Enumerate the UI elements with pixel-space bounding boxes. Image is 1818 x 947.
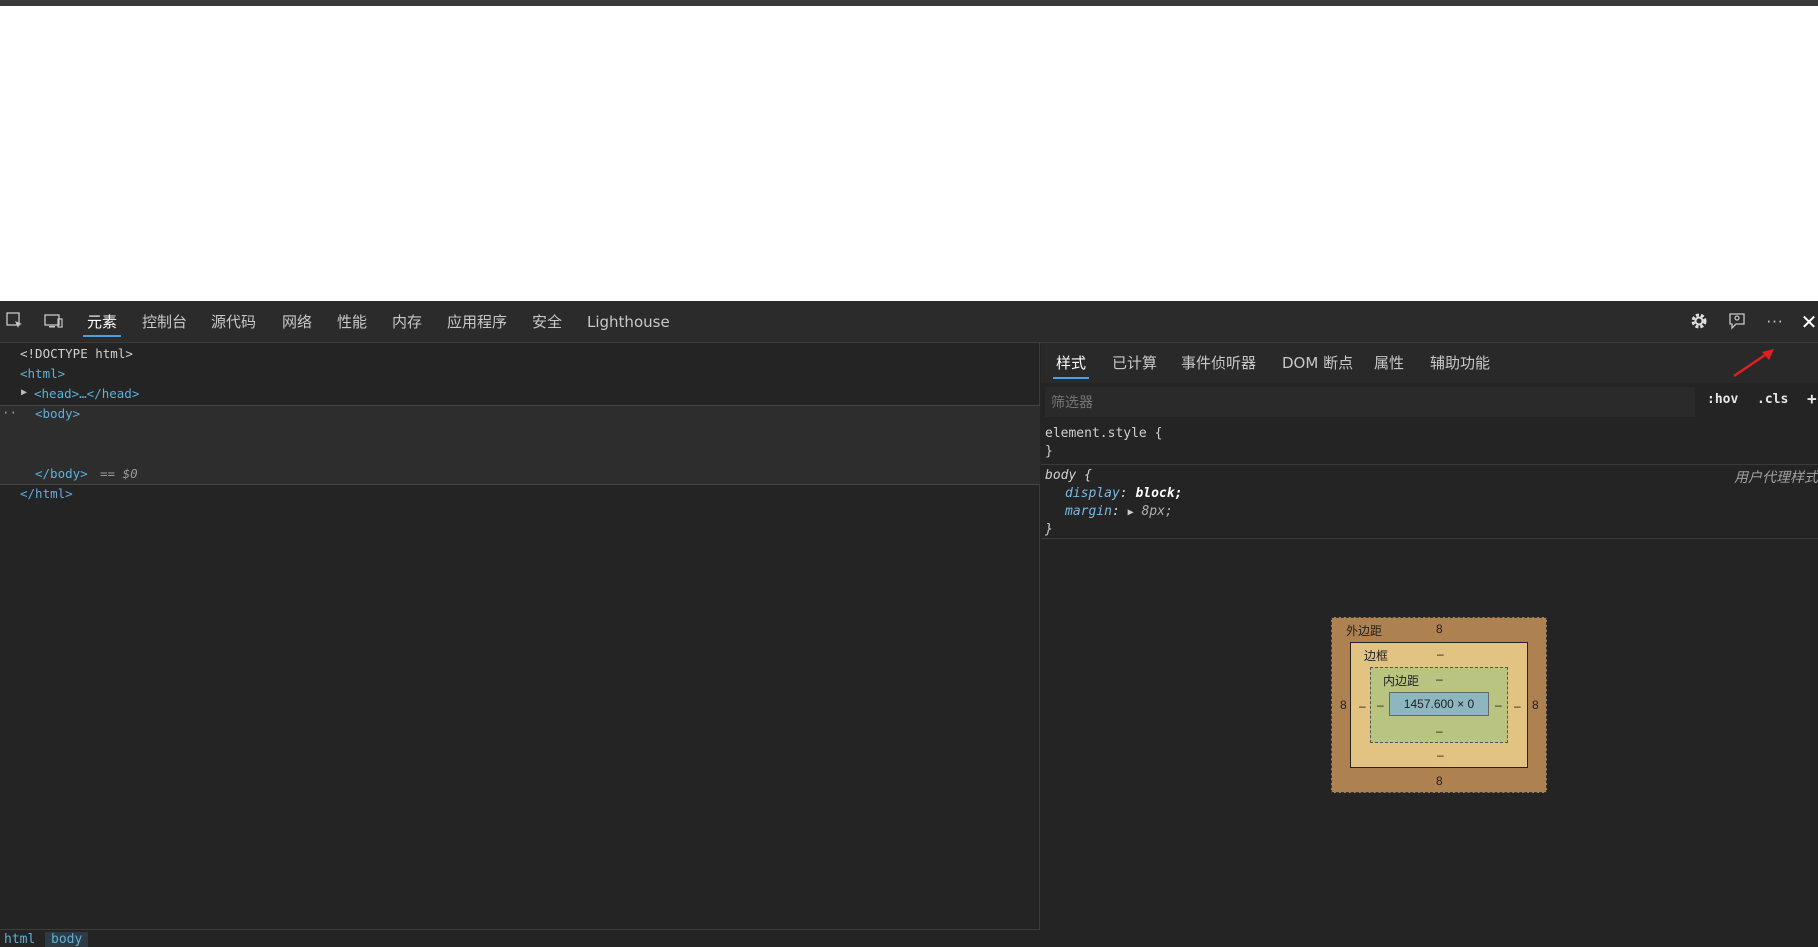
- head-node[interactable]: <head>…</head>: [34, 384, 139, 404]
- padding-bottom-value[interactable]: –: [1436, 724, 1443, 738]
- tab-performance[interactable]: 性能: [337, 301, 367, 343]
- border-right-value[interactable]: –: [1514, 699, 1521, 713]
- margin-left-value[interactable]: 8: [1340, 698, 1347, 712]
- styles-subtabs: 样式 已计算 事件侦听器 DOM 断点 属性 辅助功能: [1041, 343, 1818, 383]
- device-toolbar-icon[interactable]: [42, 311, 64, 333]
- html-open-node[interactable]: <html>: [20, 364, 65, 384]
- tab-application[interactable]: 应用程序: [447, 301, 507, 343]
- user-agent-label: 用户代理样式: [1734, 469, 1818, 485]
- element-style-selector[interactable]: element.style {: [1041, 425, 1818, 443]
- subtab-dom-breakpoints[interactable]: DOM 断点: [1282, 343, 1353, 383]
- border-left-value[interactable]: –: [1359, 699, 1366, 713]
- element-style-close: }: [1045, 444, 1053, 459]
- html-close-node[interactable]: </html>: [20, 484, 73, 504]
- body-user-agent-rule: body { 用户代理样式 display: block; margin: ▶ …: [1041, 467, 1818, 539]
- margin-top-value[interactable]: 8: [1436, 622, 1443, 636]
- element-style-rule: element.style { }: [1041, 425, 1818, 465]
- new-style-rule-button[interactable]: +: [1807, 389, 1817, 408]
- selected-node-marker: == $0: [100, 466, 138, 481]
- body-close-node[interactable]: </body>: [35, 464, 88, 484]
- expand-triangle-icon[interactable]: ▶: [21, 383, 27, 403]
- tab-sources[interactable]: 源代码: [211, 301, 256, 343]
- page-viewport: [0, 6, 1818, 301]
- filter-row: :hov .cls +: [1041, 385, 1818, 419]
- tab-network[interactable]: 网络: [282, 301, 312, 343]
- decl-margin-value: 8px;: [1141, 504, 1173, 519]
- breadcrumb-html[interactable]: html: [4, 932, 35, 947]
- subtab-accessibility[interactable]: 辅助功能: [1430, 343, 1490, 383]
- styles-filter-input[interactable]: [1045, 387, 1695, 417]
- devtools-tabbar: 元素 控制台 源代码 网络 性能 内存 应用程序 安全 Lighthouse ·…: [0, 301, 1818, 343]
- devtools-panel: 元素 控制台 源代码 网络 性能 内存 应用程序 安全 Lighthouse ·…: [0, 301, 1818, 947]
- expand-shorthand-icon[interactable]: ▶: [1128, 507, 1134, 518]
- padding-left-value[interactable]: –: [1377, 698, 1384, 712]
- body-rule-close: }: [1045, 522, 1053, 537]
- box-model-border[interactable]: 边框 – – – – 内边距 – – – – 1457.600 × 0: [1350, 642, 1528, 768]
- node-actions-dots[interactable]: ··: [2, 403, 17, 423]
- settings-gear-icon[interactable]: [1688, 311, 1710, 333]
- box-model-content[interactable]: 1457.600 × 0: [1389, 692, 1489, 716]
- cls-toggle[interactable]: .cls: [1757, 392, 1788, 407]
- padding-top-value[interactable]: –: [1436, 672, 1443, 686]
- more-options-icon[interactable]: ···: [1764, 311, 1786, 333]
- subtab-computed[interactable]: 已计算: [1112, 343, 1157, 383]
- margin-right-value[interactable]: 8: [1532, 698, 1539, 712]
- breadcrumb-body[interactable]: body: [45, 932, 89, 947]
- tab-security[interactable]: 安全: [532, 301, 562, 343]
- tab-console[interactable]: 控制台: [142, 301, 187, 343]
- decl-margin-prop: margin: [1065, 504, 1112, 519]
- decl-display-value: block;: [1135, 486, 1183, 501]
- margin-bottom-value[interactable]: 8: [1436, 774, 1443, 788]
- decl-display-prop: display: [1065, 486, 1120, 501]
- border-bottom-value[interactable]: –: [1437, 748, 1444, 762]
- close-icon[interactable]: ✕: [1798, 311, 1818, 333]
- breadcrumb: html body: [0, 929, 1040, 947]
- subtab-styles[interactable]: 样式: [1052, 343, 1090, 383]
- border-label: 边框: [1364, 649, 1389, 663]
- tab-memory[interactable]: 内存: [392, 301, 422, 343]
- selected-body-node-highlight: [0, 405, 1040, 485]
- box-model-diagram: 外边距 8 8 8 8 边框 – – – – 内边距 – – – – 1457.…: [1331, 617, 1547, 793]
- body-open-node[interactable]: <body>: [35, 404, 80, 424]
- padding-label: 内边距: [1383, 674, 1420, 688]
- annotation-arrow: [1733, 349, 1774, 378]
- tab-elements[interactable]: 元素: [82, 301, 122, 343]
- inspect-element-icon[interactable]: [4, 311, 26, 333]
- doctype-node[interactable]: <!DOCTYPE html>: [20, 344, 133, 364]
- body-rule-selector: body {: [1045, 468, 1092, 483]
- box-model-padding[interactable]: 内边距 – – – – 1457.600 × 0: [1370, 667, 1508, 743]
- feedback-icon[interactable]: [1726, 311, 1748, 333]
- tab-lighthouse[interactable]: Lighthouse: [587, 301, 670, 343]
- subtab-properties[interactable]: 属性: [1374, 343, 1404, 383]
- margin-label: 外边距: [1346, 624, 1383, 638]
- hov-toggle[interactable]: :hov: [1707, 392, 1738, 407]
- border-top-value[interactable]: –: [1437, 647, 1444, 661]
- padding-right-value[interactable]: –: [1495, 698, 1502, 712]
- elements-tree-panel: <!DOCTYPE html> <html> ▶ <head>…</head> …: [0, 343, 1040, 947]
- box-model-margin[interactable]: 外边距 8 8 8 8 边框 – – – – 内边距 – – – – 1457.…: [1331, 617, 1547, 793]
- subtab-event-listeners[interactable]: 事件侦听器: [1181, 343, 1256, 383]
